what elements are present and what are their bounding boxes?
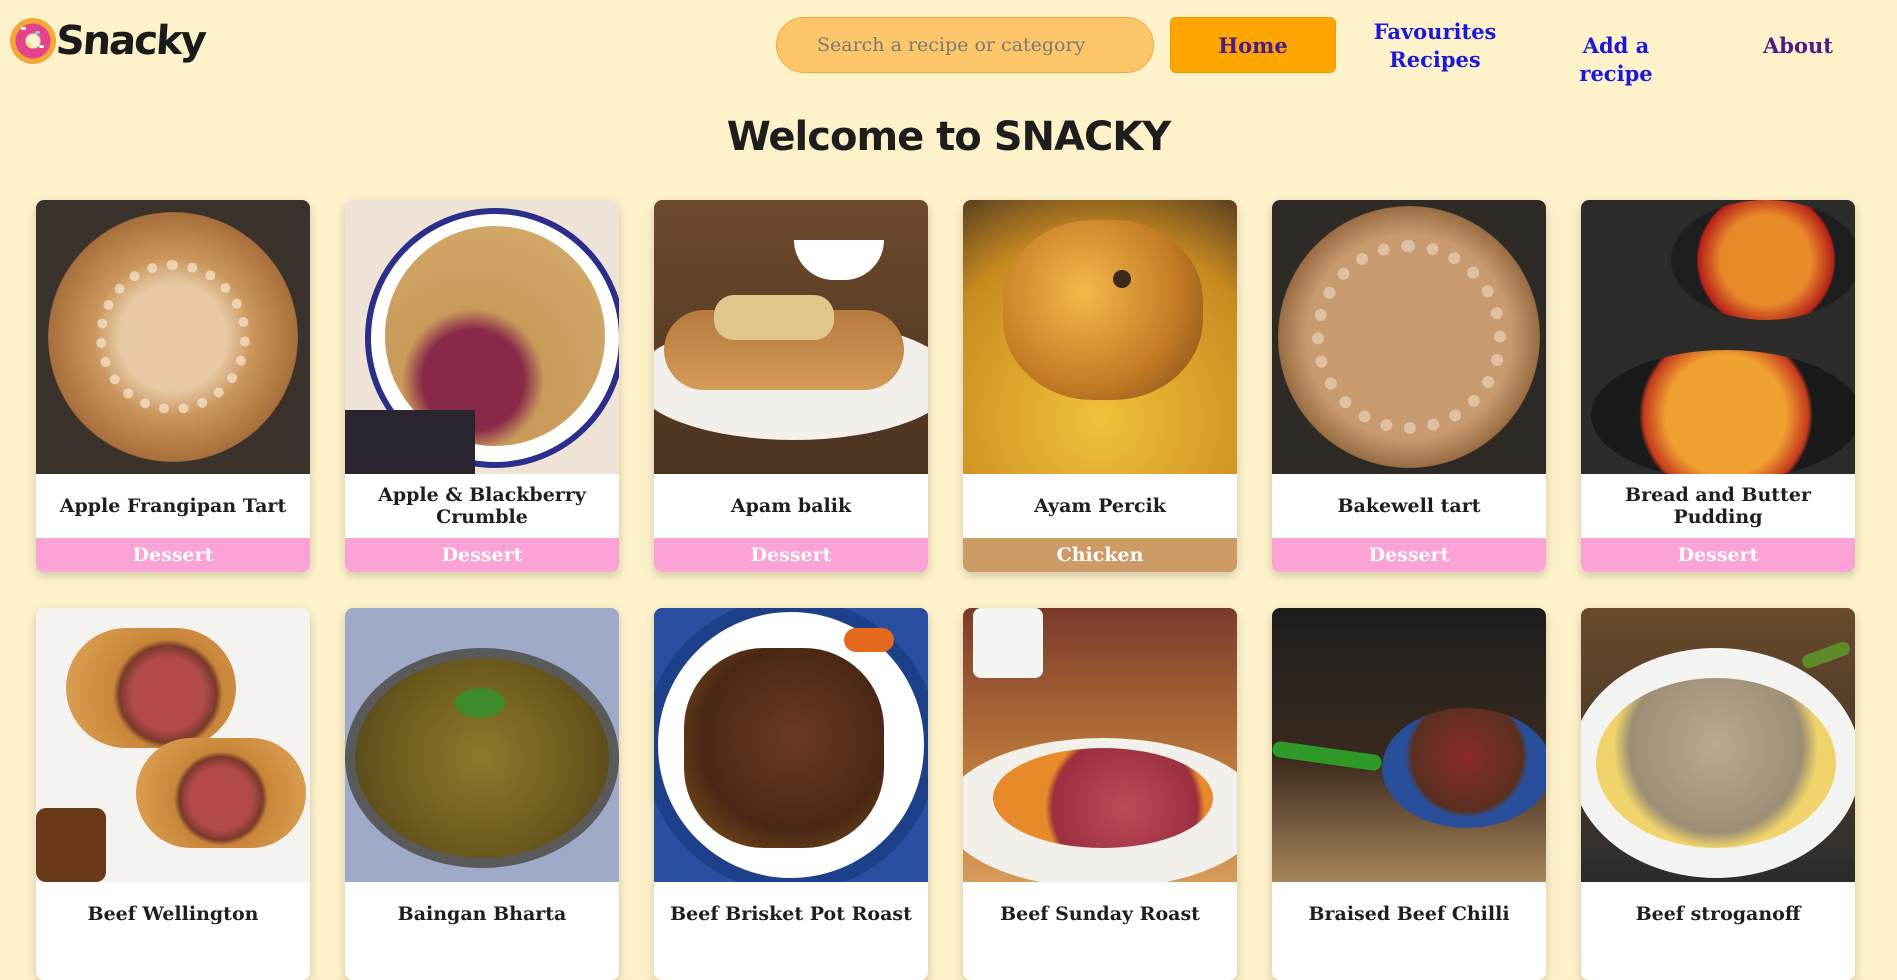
category-badge[interactable]: Dessert — [1272, 538, 1546, 572]
top-navbar: Snacky Home Favourites Recipes Add a rec… — [0, 0, 1897, 92]
recipe-image — [963, 200, 1237, 474]
brand-name: Snacky — [54, 18, 207, 64]
favourites-recipes-link[interactable]: Favourites Recipes — [1370, 18, 1500, 74]
recipe-image — [1272, 200, 1546, 474]
recipe-name: Beef Sunday Roast — [1000, 903, 1200, 925]
recipe-image — [1581, 608, 1855, 882]
recipe-image — [963, 608, 1237, 882]
recipe-card[interactable]: Apple Frangipan Tart Dessert — [36, 200, 310, 572]
add-recipe-link[interactable]: Add a recipe — [1546, 32, 1686, 88]
logo[interactable]: Snacky — [10, 18, 207, 64]
recipe-card[interactable]: Baingan Bharta — [345, 608, 619, 980]
home-button[interactable]: Home — [1170, 17, 1336, 73]
recipe-name: Beef Wellington — [87, 903, 259, 925]
recipe-card[interactable]: Bakewell tart Dessert — [1272, 200, 1546, 572]
recipe-card[interactable]: Bread and Butter Pudding Dessert — [1581, 200, 1855, 572]
category-badge[interactable]: Chicken — [963, 538, 1237, 572]
recipe-name: Apam balik — [730, 495, 852, 517]
donut-icon — [10, 18, 56, 64]
recipe-name: Ayam Percik — [1034, 495, 1166, 517]
category-badge[interactable]: Dessert — [36, 538, 310, 572]
recipe-card[interactable]: Beef stroganoff — [1581, 608, 1855, 980]
recipe-image — [36, 200, 310, 474]
about-link[interactable]: About — [1748, 32, 1848, 60]
recipe-name: Bread and Butter Pudding — [1625, 484, 1811, 528]
recipe-name: Beef stroganoff — [1635, 903, 1801, 925]
recipe-card[interactable]: Apam balik Dessert — [654, 200, 928, 572]
favourites-label-line2: Recipes — [1389, 47, 1481, 72]
recipe-name: Braised Beef Chilli — [1308, 903, 1510, 925]
recipe-card[interactable]: Ayam Percik Chicken — [963, 200, 1237, 572]
recipe-name: Bakewell tart — [1337, 495, 1481, 517]
recipe-card[interactable]: Apple & Blackberry Crumble Dessert — [345, 200, 619, 572]
recipe-name: Apple Frangipan Tart — [59, 495, 287, 517]
recipe-image — [36, 608, 310, 882]
page-title: Welcome to SNACKY — [726, 114, 1172, 160]
recipe-card[interactable]: Braised Beef Chilli — [1272, 608, 1546, 980]
recipe-image — [1272, 608, 1546, 882]
recipe-card[interactable]: Beef Sunday Roast — [963, 608, 1237, 980]
recipe-name: Baingan Bharta — [397, 903, 567, 925]
recipe-card[interactable]: Beef Brisket Pot Roast — [654, 608, 928, 980]
recipe-image — [1581, 200, 1855, 474]
category-badge[interactable]: Dessert — [654, 538, 928, 572]
recipe-image — [345, 608, 619, 882]
recipe-image — [654, 608, 928, 882]
category-badge[interactable]: Dessert — [345, 538, 619, 572]
recipe-image — [345, 200, 619, 474]
category-badge[interactable]: Dessert — [1581, 538, 1855, 572]
search-input[interactable] — [776, 17, 1154, 73]
favourites-label-line1: Favourites — [1373, 19, 1497, 44]
recipe-name: Beef Brisket Pot Roast — [670, 903, 912, 925]
recipe-image — [654, 200, 928, 474]
recipe-name: Apple & Blackberry Crumble — [378, 484, 586, 528]
recipe-card[interactable]: Beef Wellington — [36, 608, 310, 980]
